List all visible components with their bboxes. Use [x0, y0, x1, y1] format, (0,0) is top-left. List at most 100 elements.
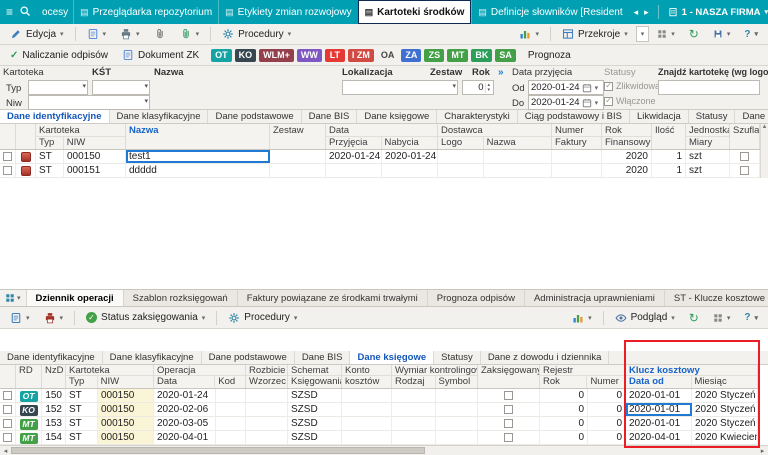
col-rozbicie[interactable]: Rozbicie: [246, 365, 287, 375]
operation-badge[interactable]: MT: [447, 49, 468, 62]
col-ksiegowania[interactable]: Księgowania: [288, 376, 341, 388]
export-document-button[interactable]: ▾: [81, 26, 113, 43]
detail-tab[interactable]: Dane z dowodu i dziennika: [481, 351, 610, 364]
status-zaksiegowania-button[interactable]: ✓ Status zaksięgowania ▾: [80, 309, 211, 326]
detail-tab[interactable]: Dane identyfikacyjne: [0, 351, 103, 364]
col-rejestr-rok[interactable]: Rok: [540, 376, 587, 388]
operation-badge[interactable]: LT: [325, 49, 345, 62]
operation-badge[interactable]: WLM+: [259, 49, 294, 62]
topbar-tab[interactable]: ▤ Przeglądarka repozytorium: [73, 0, 218, 24]
save-layout-button[interactable]: ▾: [707, 26, 737, 43]
journal-grid-button[interactable]: ▾: [707, 309, 737, 326]
bottom-panel-tab[interactable]: Dziennik operacji: [27, 290, 124, 306]
attachment-button[interactable]: [148, 26, 172, 43]
detail-tab[interactable]: Dane BIS: [295, 351, 351, 364]
col-przyjecia[interactable]: Przyjęcia: [326, 137, 382, 149]
col-rok[interactable]: Rok: [602, 124, 651, 136]
col-kosztow[interactable]: kosztów: [342, 376, 391, 388]
journal-print-button[interactable]: ▾: [38, 309, 70, 326]
row-checkbox[interactable]: [3, 166, 12, 175]
zaksiegowany-checkbox[interactable]: [504, 433, 513, 442]
col-zestaw[interactable]: Zestaw: [270, 124, 325, 137]
col-data[interactable]: Data: [154, 376, 215, 388]
operation-badge[interactable]: KO: [235, 49, 257, 62]
detail-tab[interactable]: Charakterystyki: [437, 110, 517, 123]
detail-tab[interactable]: Dane podstawowe: [208, 110, 301, 123]
col-wymiar[interactable]: Wymiar kontrolingowy: [392, 365, 477, 375]
chart-button[interactable]: ▾: [513, 26, 545, 43]
przekroje-button[interactable]: Przekroje ▾: [556, 26, 634, 43]
filter-data-do-input[interactable]: 2020-01-24 ▾: [528, 95, 604, 110]
detail-tab[interactable]: Dane podstawowe: [202, 351, 295, 364]
topbar-tab[interactable]: ▤ Etykiety zmian rozwojowy: [218, 0, 357, 24]
journal-row[interactable]: MT 153 ST 000150 2020-03-05 SZSD 0 0 202…: [0, 417, 760, 431]
col-typ[interactable]: Typ: [66, 376, 98, 388]
journal-refresh-button[interactable]: ↻: [683, 309, 705, 326]
col-ilosc[interactable]: Ilość: [652, 124, 685, 137]
refresh-button[interactable]: ↻: [683, 26, 705, 43]
row-checkbox[interactable]: [3, 405, 12, 414]
col-data-od[interactable]: Data od: [626, 376, 692, 388]
col-typ[interactable]: Typ: [36, 137, 64, 149]
col-dostawca-nazwa[interactable]: Nazwa: [484, 137, 551, 149]
operation-badge[interactable]: ZS: [424, 49, 444, 62]
col-miary[interactable]: Miary: [686, 137, 729, 149]
col-faktury[interactable]: Faktury: [552, 137, 601, 149]
col-nazwa[interactable]: Nazwa: [126, 124, 269, 137]
detail-tab[interactable]: Likwidacja: [630, 110, 689, 123]
row-checkbox[interactable]: [3, 152, 12, 161]
scroll-right-icon[interactable]: ▸: [758, 447, 767, 455]
row-checkbox[interactable]: [3, 419, 12, 428]
link-button[interactable]: ▾: [174, 26, 206, 43]
topbar-tab[interactable]: ▤ Definicje słowników [Resident: [471, 0, 628, 24]
zaksiegowany-checkbox[interactable]: [504, 405, 513, 414]
podglad-button[interactable]: Podgląd ▾: [609, 309, 681, 326]
col-rodzaj[interactable]: Rodzaj: [392, 376, 436, 388]
assets-table-vscrollbar[interactable]: ▲: [760, 124, 768, 178]
col-rejestr-numer[interactable]: Numer: [587, 376, 625, 388]
detail-tab[interactable]: Dane księgowe: [357, 110, 437, 123]
search-icon[interactable]: [19, 5, 31, 19]
filter-wlaczone-checkbox[interactable]: ✓ Włączone: [604, 96, 656, 106]
expand-chevron-icon[interactable]: »: [498, 67, 504, 78]
tabs-scroll-right-icon[interactable]: ▸: [644, 7, 649, 18]
operation-badge[interactable]: I ZM: [348, 49, 374, 62]
col-operacja[interactable]: Operacja: [154, 365, 245, 375]
help-button[interactable]: ?▾: [738, 26, 764, 43]
journal-row[interactable]: KO 152 ST 000150 2020-02-06 SZSD 0 0 202…: [0, 403, 760, 417]
col-wzorzec[interactable]: Wzorzec: [246, 376, 287, 388]
journal-row[interactable]: OT 150 ST 000150 2020-01-24 SZSD 0 0 202…: [0, 389, 760, 403]
journal-edit-button[interactable]: ▾: [4, 309, 36, 326]
detail-tab[interactable]: Dane księgowe: [350, 351, 434, 364]
horizontal-scrollbar[interactable]: ◂ ▸: [0, 445, 768, 455]
row-checkbox[interactable]: [3, 391, 12, 400]
filter-niw-combo[interactable]: ▾: [28, 95, 150, 110]
szuflada-checkbox[interactable]: [740, 152, 749, 161]
asset-row[interactable]: ST 000151 ddddd 2020 1 szt: [0, 164, 760, 178]
edit-menu-button[interactable]: Edycja ▾: [4, 26, 70, 43]
topbar-partial-tab[interactable]: ocesy: [37, 0, 73, 24]
col-kartoteka[interactable]: Kartoteka: [36, 124, 125, 136]
col-kartoteka[interactable]: Kartoteka: [66, 365, 153, 375]
col-rd[interactable]: RD: [16, 365, 41, 377]
panel-view-button[interactable]: ▾: [0, 290, 27, 306]
detail-tab[interactable]: Dane identyfikacyjne: [0, 110, 110, 123]
filter-lokalizacja-combo[interactable]: ▾: [342, 80, 458, 95]
dokument-zk-button[interactable]: Dokument ZK: [116, 47, 205, 64]
prognoza-button[interactable]: Prognoza: [522, 47, 577, 64]
col-finansowy[interactable]: Finansowy: [602, 137, 651, 149]
detail-tab[interactable]: Ciąg podstawowy i BIS: [518, 110, 630, 123]
operation-badge[interactable]: ZA: [401, 49, 421, 62]
row-checkbox[interactable]: [3, 433, 12, 442]
app-menu-icon[interactable]: ≡: [6, 6, 13, 18]
procedures-button[interactable]: Procedury ▾: [216, 26, 297, 43]
view-selector-combo[interactable]: ▾: [636, 26, 650, 42]
detail-tab[interactable]: Dane klasyfikacyjne: [103, 351, 202, 364]
operation-badge[interactable]: OT: [211, 49, 232, 62]
company-selector[interactable]: 1 - NASZA FIRMA ▾: [668, 7, 768, 18]
znajdz-kartoteke-input[interactable]: [658, 80, 760, 95]
scroll-left-icon[interactable]: ◂: [1, 447, 10, 455]
col-niw[interactable]: NIW: [64, 137, 125, 149]
tabs-scroll-left-icon[interactable]: ◂: [634, 7, 639, 18]
col-jednostka[interactable]: Jednostka: [686, 124, 729, 136]
